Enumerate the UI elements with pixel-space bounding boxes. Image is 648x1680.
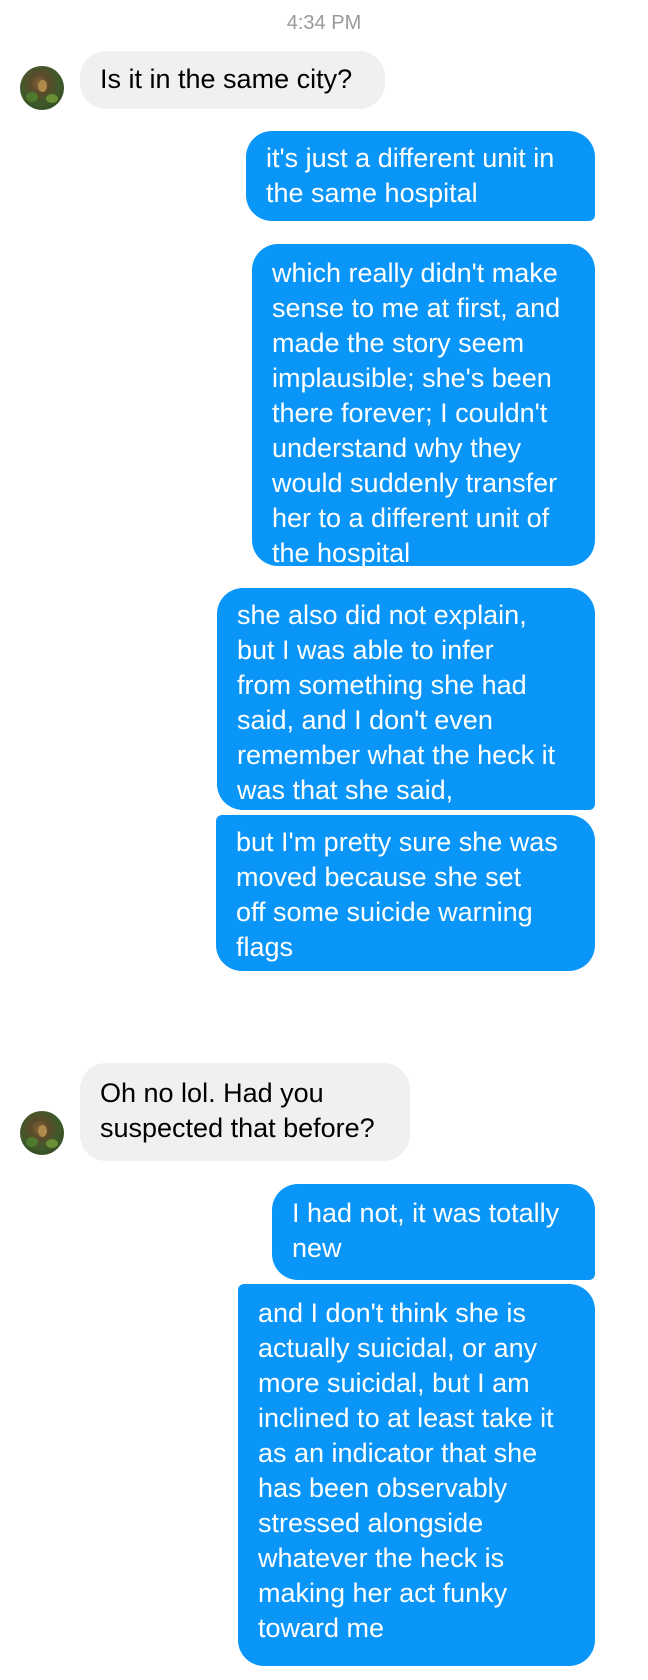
contact-avatar[interactable] <box>20 1111 64 1155</box>
message-timestamp: 4:34 PM <box>286 12 362 34</box>
outgoing-message-bubble[interactable]: I had not, it was totally new <box>272 1184 595 1280</box>
incoming-message-bubble[interactable]: Is it in the same city? <box>80 51 385 109</box>
outgoing-message-bubble[interactable]: she also did not explain, but I was able… <box>217 588 595 810</box>
outgoing-message-bubble[interactable]: but I'm pretty sure she was moved becaus… <box>216 815 595 971</box>
incoming-message-bubble[interactable]: Oh no lol. Had you suspected that before… <box>80 1063 410 1161</box>
outgoing-message-bubble[interactable]: and I don't think she is actually suicid… <box>238 1284 595 1666</box>
contact-avatar[interactable] <box>20 66 64 110</box>
outgoing-message-bubble[interactable]: it's just a different unit in the same h… <box>246 131 595 221</box>
outgoing-message-bubble[interactable]: which really didn't make sense to me at … <box>252 244 595 568</box>
